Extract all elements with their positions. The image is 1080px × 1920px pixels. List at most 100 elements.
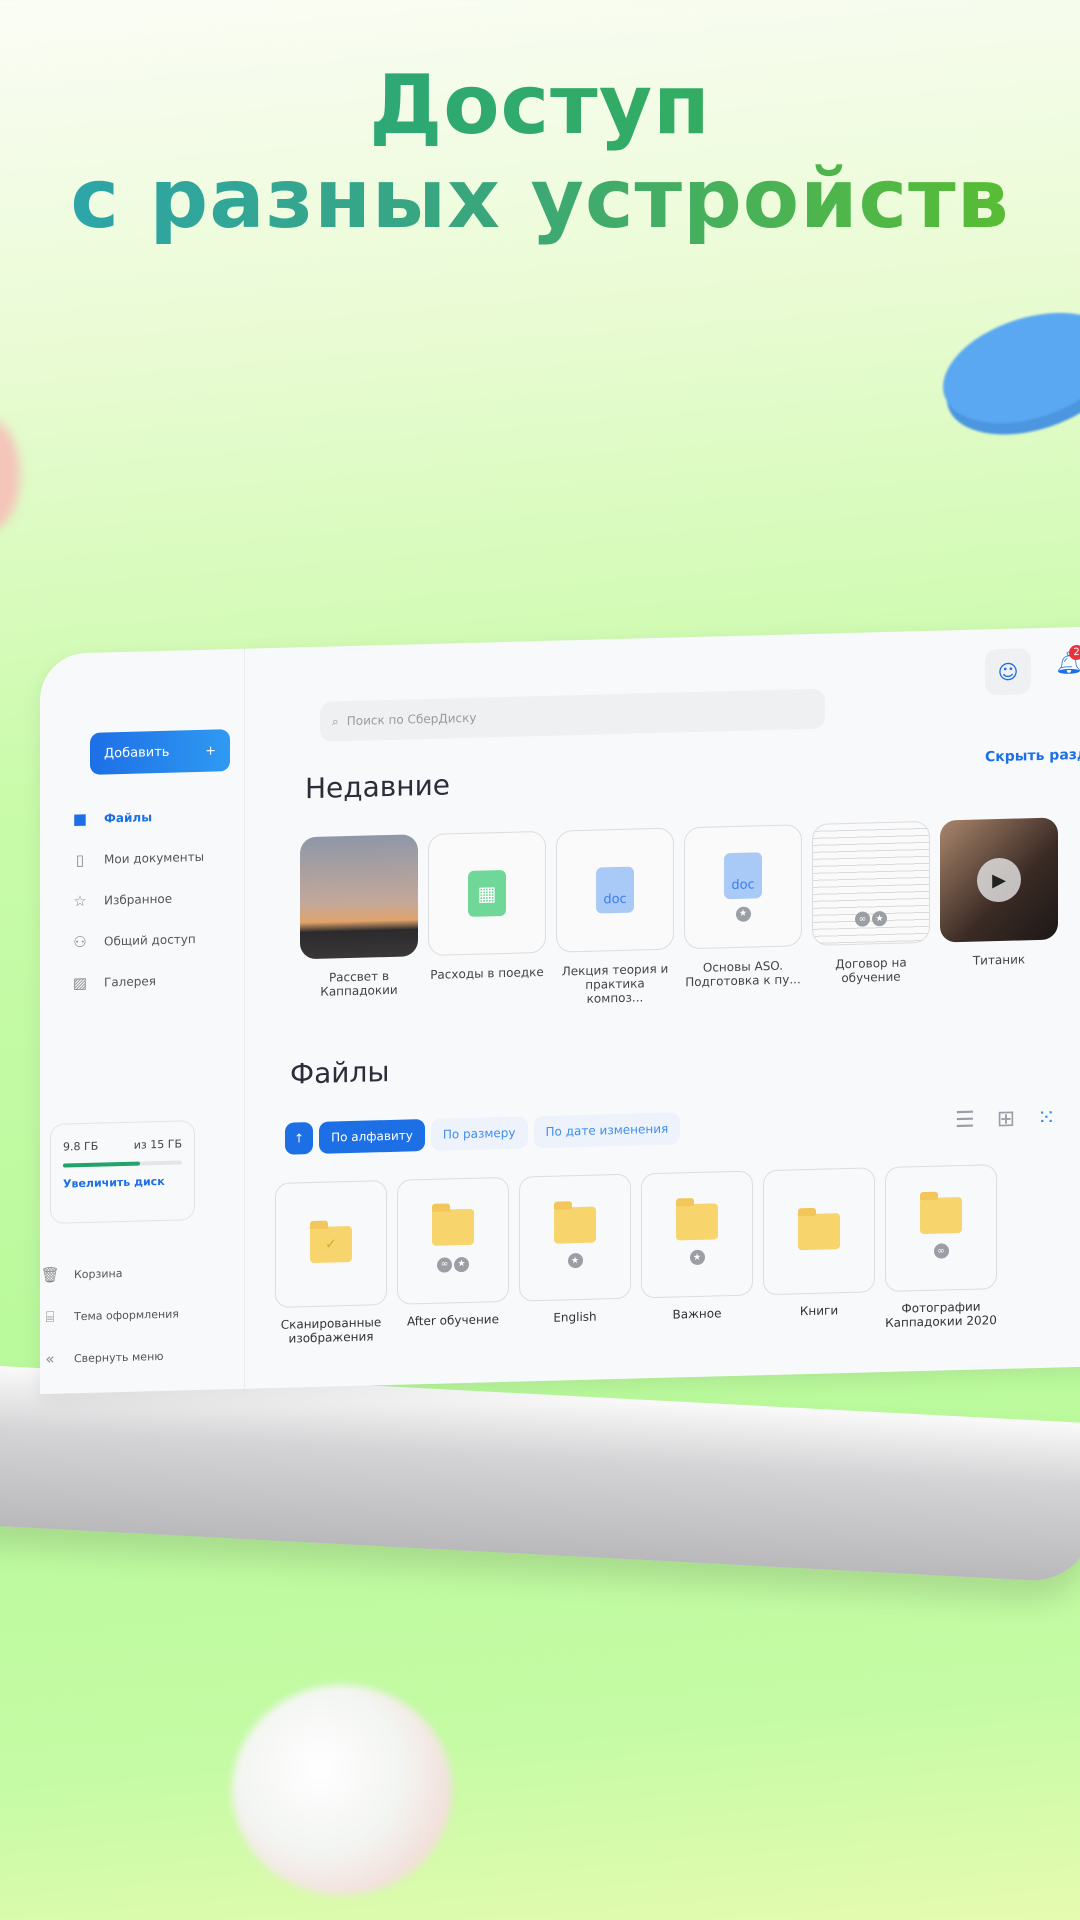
thumbnail: doc ★ (684, 824, 802, 950)
notification-badge: 2 (1069, 644, 1080, 661)
recent-item[interactable]: ▦ Расходы в поедке (428, 830, 546, 1010)
star-icon: ☆ (73, 891, 87, 910)
doc-file-icon: doc (596, 866, 634, 914)
main-content: ⌕ Поиск по СберДиску ☺ 🔔︎ 2 Скрыть раздел … (255, 626, 1080, 1389)
folder-icon: ■ (72, 809, 88, 828)
storage-bar (63, 1160, 182, 1168)
increase-disk-link[interactable]: Увеличить диск (63, 1174, 182, 1191)
item-name: Рассвет в Каппадокии (320, 968, 398, 999)
label: Корзина (74, 1266, 123, 1281)
folder-icon (798, 1212, 840, 1250)
item-name: Договор на обучение (835, 955, 907, 986)
storage-used: 9.8 ГБ (63, 1139, 99, 1154)
folder-item[interactable]: ∞ Фотографии Каппадокии 2020 (885, 1164, 997, 1330)
headline-line2: с разных устройств (0, 152, 1080, 247)
photo-thumbnail (300, 834, 418, 960)
sort-direction-button[interactable]: ↑ (285, 1121, 314, 1155)
sidebar-item-gallery[interactable]: ▨ Галерея (70, 959, 204, 1004)
folder-name: Важное (672, 1306, 722, 1322)
sidebar-item-files[interactable]: ■ Файлы (70, 795, 204, 840)
recent-title: Недавние (305, 768, 451, 806)
storage-total: из 15 ГБ (133, 1137, 182, 1152)
sort-date[interactable]: По дате изменения (533, 1112, 681, 1149)
user-icon: ☺ (997, 659, 1019, 685)
add-button[interactable]: Добавить + (90, 729, 230, 775)
large-grid-view-icon[interactable]: ⊞ (997, 1107, 1015, 1132)
folder-thumb: ∞ ★ (397, 1176, 509, 1305)
folder-item[interactable]: ★ English (519, 1173, 631, 1340)
search-icon: ⌕ (332, 713, 339, 728)
sidebar-bottom: 🗑 Корзина ⌸ Тема оформления « Свернуть меню (40, 1251, 179, 1381)
headline-line1: Доступ (0, 58, 1080, 153)
recent-item[interactable]: Рассвет в Каппадокии (300, 834, 418, 1013)
spreadsheet-icon: ▦ (468, 869, 506, 917)
notifications-button[interactable]: 🔔︎ 2 (1055, 644, 1080, 677)
list-view-icon[interactable]: ☰ (955, 1108, 975, 1134)
image-icon: ▨ (72, 973, 88, 992)
folder-item[interactable]: Книги (763, 1167, 875, 1333)
document-scan-thumbnail: ∞ ★ (812, 820, 930, 946)
double-chevron-left-icon: « (45, 1349, 55, 1368)
doc-file-icon: doc (724, 851, 762, 899)
users-icon: ⚇ (73, 932, 87, 951)
sidebar-nav: ■ Файлы ▯ Мои документы ☆ Избранное ⚇ Общий … (70, 795, 204, 1004)
sidebar-item-theme[interactable]: ⌸ Тема оформления (40, 1293, 179, 1339)
item-name: Основы ASO. Подготовка к пу... (685, 958, 801, 990)
sort-size[interactable]: По размеру (430, 1116, 528, 1151)
folder-name: Книги (799, 1303, 839, 1319)
folder-thumb (763, 1167, 875, 1296)
small-grid-view-icon[interactable]: ⁙ (1037, 1106, 1055, 1131)
link-badge-icon: ∞ (933, 1243, 949, 1259)
folder-thumb: ★ (641, 1170, 753, 1299)
hide-section-link[interactable]: Скрыть раздел (985, 746, 1080, 765)
folder-thumb: ✓ (275, 1180, 387, 1308)
sidebar-item-shared[interactable]: ⚇ Общий доступ (70, 918, 204, 963)
folder-icon (676, 1203, 718, 1241)
thumbnail: ▦ (428, 830, 546, 956)
sort-alphabet[interactable]: По алфавиту (319, 1119, 425, 1154)
arrow-up-icon: ↑ (294, 1131, 305, 1146)
id-card-icon: ▯ (75, 850, 85, 869)
sidebar-item-my-documents[interactable]: ▯ Мои документы (70, 836, 204, 881)
star-badge-icon: ★ (689, 1249, 705, 1266)
folder-check-icon: ✓ (310, 1225, 352, 1263)
search-placeholder: Поиск по СберДиску (346, 710, 477, 729)
laptop-screen: Добавить + ■ Файлы ▯ Мои документы ☆ Избранн… (40, 625, 1080, 1395)
play-icon: ▶ (977, 857, 1021, 903)
folder-grid: ✓ Сканированные изображения ∞ ★ After обуче… (275, 1164, 997, 1346)
decor-ball (232, 1685, 452, 1895)
video-thumbnail: ▶ (940, 817, 1058, 943)
collapse-menu-button[interactable]: « Свернуть меню (40, 1335, 179, 1381)
recent-item[interactable]: ▶ Титаник (940, 817, 1058, 996)
recent-item[interactable]: doc Лекция теория и практика композ... (556, 827, 674, 1007)
trash-icon: 🗑 (40, 1265, 60, 1285)
sidebar-item-favorites[interactable]: ☆ Избранное (70, 877, 204, 922)
thumbnail: doc (556, 827, 674, 953)
sidebar-item-trash[interactable]: 🗑 Корзина (40, 1251, 179, 1297)
folder-name: Фотографии Каппадокии 2020 (885, 1299, 997, 1331)
recent-item[interactable]: doc ★ Основы ASO. Подготовка к пу... (684, 824, 802, 1003)
folder-item[interactable]: ✓ Сканированные изображения (275, 1180, 387, 1346)
plus-icon: + (205, 743, 216, 759)
folder-item[interactable]: ★ Важное (641, 1170, 753, 1336)
storage-widget: 9.8 ГБ из 15 ГБ Увеличить диск (50, 1120, 195, 1224)
folder-thumb: ★ (519, 1173, 631, 1302)
decor-disc (928, 292, 1080, 444)
search-input[interactable]: ⌕ Поиск по СберДиску (320, 688, 825, 742)
folder-name: Сканированные изображения (280, 1315, 382, 1346)
profile-button[interactable]: ☺ (985, 648, 1031, 696)
add-label: Добавить (104, 744, 170, 761)
storage-bar-fill (63, 1161, 141, 1168)
laptop-base (0, 1365, 1080, 1584)
recent-item[interactable]: ∞ ★ Договор на обучение (812, 820, 930, 1000)
folder-icon (920, 1196, 962, 1235)
label: Галерея (104, 973, 156, 989)
folder-item[interactable]: ∞ ★ After обучение (397, 1176, 509, 1343)
item-name: Лекция теория и практика композ... (561, 961, 669, 1006)
link-badge-icon: ∞ (437, 1257, 452, 1273)
label: Тема оформления (74, 1307, 179, 1323)
folder-icon (554, 1206, 596, 1244)
star-badge-icon: ★ (872, 911, 887, 927)
link-badge-icon: ∞ (855, 911, 870, 928)
item-name: Расходы в поедке (430, 964, 544, 982)
